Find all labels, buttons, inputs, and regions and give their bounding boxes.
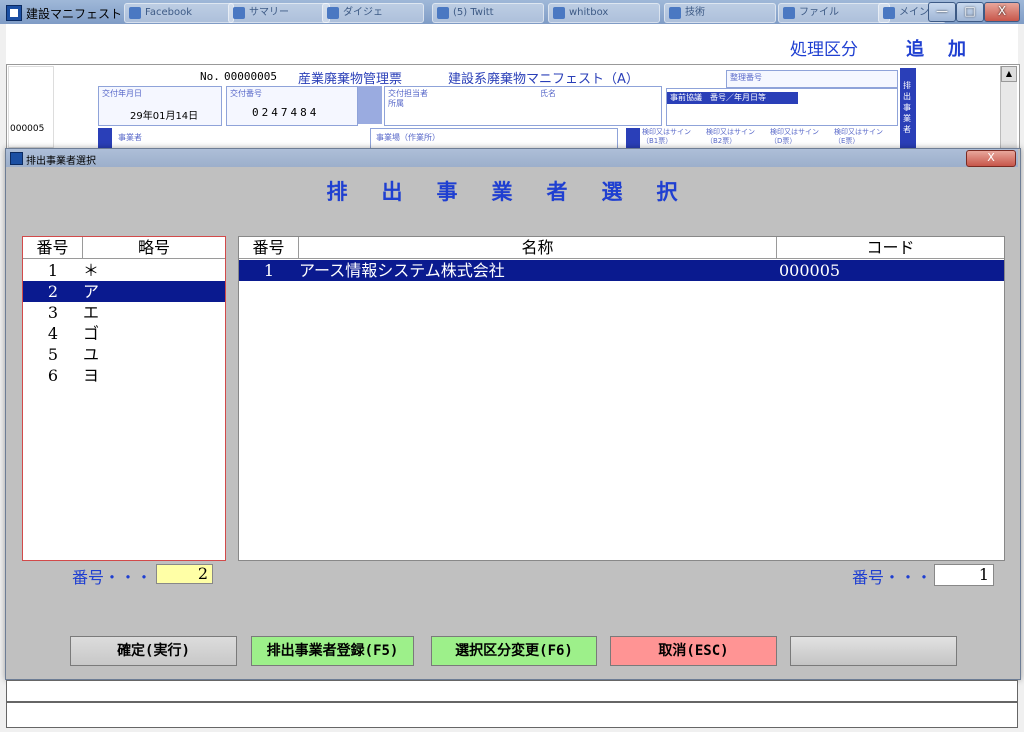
background-tab[interactable]: (5) Twitt [432,3,544,23]
list-row[interactable]: 6ヨ [23,365,225,386]
issue-date-label: 交付年月日 [102,89,142,98]
name-label: 氏名 [540,89,556,98]
register-button[interactable]: 排出事業者登録(F5) [251,636,414,666]
site-label: 事業場（作業所） [376,133,440,142]
biz-label: 事業者 [118,133,142,142]
column-header-number[interactable]: 番号 [23,237,83,259]
background-tab[interactable]: whitbox [548,3,660,23]
row-number: 1 [263,261,275,280]
right-number-label: 番号・・・ [852,568,933,587]
list-row[interactable]: 3エ [23,302,225,323]
row-abbreviation: ＊ [83,261,100,280]
blank-button[interactable] [790,636,957,666]
header-bar [6,24,1018,65]
app-icon [6,5,22,21]
company-id: 000005 [10,124,45,134]
manifest-no-value: 00000005 [224,70,277,83]
stamp-tab [626,128,640,148]
dept-label: 所属 [388,99,404,108]
dialog-heading: 排出事業者選択 [326,179,712,204]
row-abbreviation: ユ [83,345,100,364]
column-header-abbreviation[interactable]: 略号 [83,237,225,259]
stamp-label-b2: 検印又はサイン（B2票） [706,128,755,145]
stamp-label-b1: 検印又はサイン（B1票） [642,128,691,145]
dialog-app-icon [10,152,23,165]
close-button[interactable]: X [984,2,1020,22]
row-abbreviation: ア [83,282,100,301]
column-header-name[interactable]: 名称 [299,237,777,259]
scroll-up-icon[interactable]: ▲ [1001,66,1017,82]
process-type-label: 処理区分 [790,40,858,60]
stamp-label-e: 検印又はサイン（E票） [834,128,883,145]
row-abbreviation: ゴ [83,324,100,343]
background-tab[interactable]: ダイジェ [322,3,424,23]
company-logo [8,66,54,148]
right-number-input[interactable]: 1 [934,564,994,586]
background-tab[interactable]: 技術 [664,3,776,23]
row-abbreviation: エ [83,303,100,322]
list-row[interactable]: 1 ＊ [23,260,225,281]
manifest-subtitle: 建設系廃棄物マニフェスト（A） [448,72,639,87]
prior-consult-box [666,88,898,126]
row-number: 2 [47,282,59,301]
bottom-pane [6,702,1018,728]
list-row[interactable]: 4ゴ [23,323,225,344]
company-list[interactable]: 番号 名称 コード 1 アース情報システム株式会社 000005 [238,236,1005,561]
ref-number-label: 整理番号 [730,73,762,82]
list-row[interactable]: 2ア [23,281,225,302]
row-company-name: アース情報システム株式会社 [299,261,505,280]
change-category-button[interactable]: 選択区分変更(F6) [431,636,597,666]
column-header-code[interactable]: コード [777,237,1004,259]
issue-date-value: 29年01月14日 [130,111,199,122]
row-number: 4 [47,324,59,343]
dialog-close-button[interactable]: X [966,150,1016,167]
row-code: 000005 [779,261,841,280]
issue-number-label: 交付番号 [230,89,262,98]
row-number: 6 [47,366,59,385]
confirm-button[interactable]: 確定(実行) [70,636,237,666]
process-type-value: 追加 [906,39,990,60]
side-tab-label: 排出事業者 [903,81,911,134]
dialog-title: 排出事業者選択 [26,156,96,167]
bottom-pane [6,680,1018,702]
dialog-titlebar [6,149,1018,167]
issue-number-value: 0247484 [252,106,320,119]
stamp-label-d: 検印又はサイン（D票） [770,128,819,145]
list-row[interactable]: 5ユ [23,344,225,365]
biz-tab [98,128,112,148]
left-number-input[interactable]: 2 [156,564,213,584]
manifest-no-label: No. [200,70,220,83]
left-number-label: 番号・・・ [72,568,153,587]
background-tab[interactable]: Facebook [124,3,234,23]
list-row[interactable]: 1 アース情報システム株式会社 000005 [239,260,1004,281]
maximize-button[interactable]: □ [956,2,984,22]
window-title: 建設マニフェスト [26,7,123,21]
row-number: 5 [47,345,59,364]
color-block [358,86,382,124]
background-tab[interactable]: サマリー [228,3,330,23]
background-tab[interactable]: ファイル [778,3,890,23]
manifest-title: 産業廃棄物管理票 [298,72,403,87]
row-abbreviation: ヨ [83,366,100,385]
row-number: 3 [47,303,59,322]
row-number: 1 [47,261,59,280]
cancel-button[interactable]: 取消(ESC) [610,636,777,666]
column-header-number[interactable]: 番号 [239,237,299,259]
abbreviation-list[interactable]: 番号 略号 1 ＊ 2 ア 3 エ 4 ゴ 5 ユ 6 ヨ [22,236,226,561]
minimize-button[interactable]: — [928,2,956,22]
